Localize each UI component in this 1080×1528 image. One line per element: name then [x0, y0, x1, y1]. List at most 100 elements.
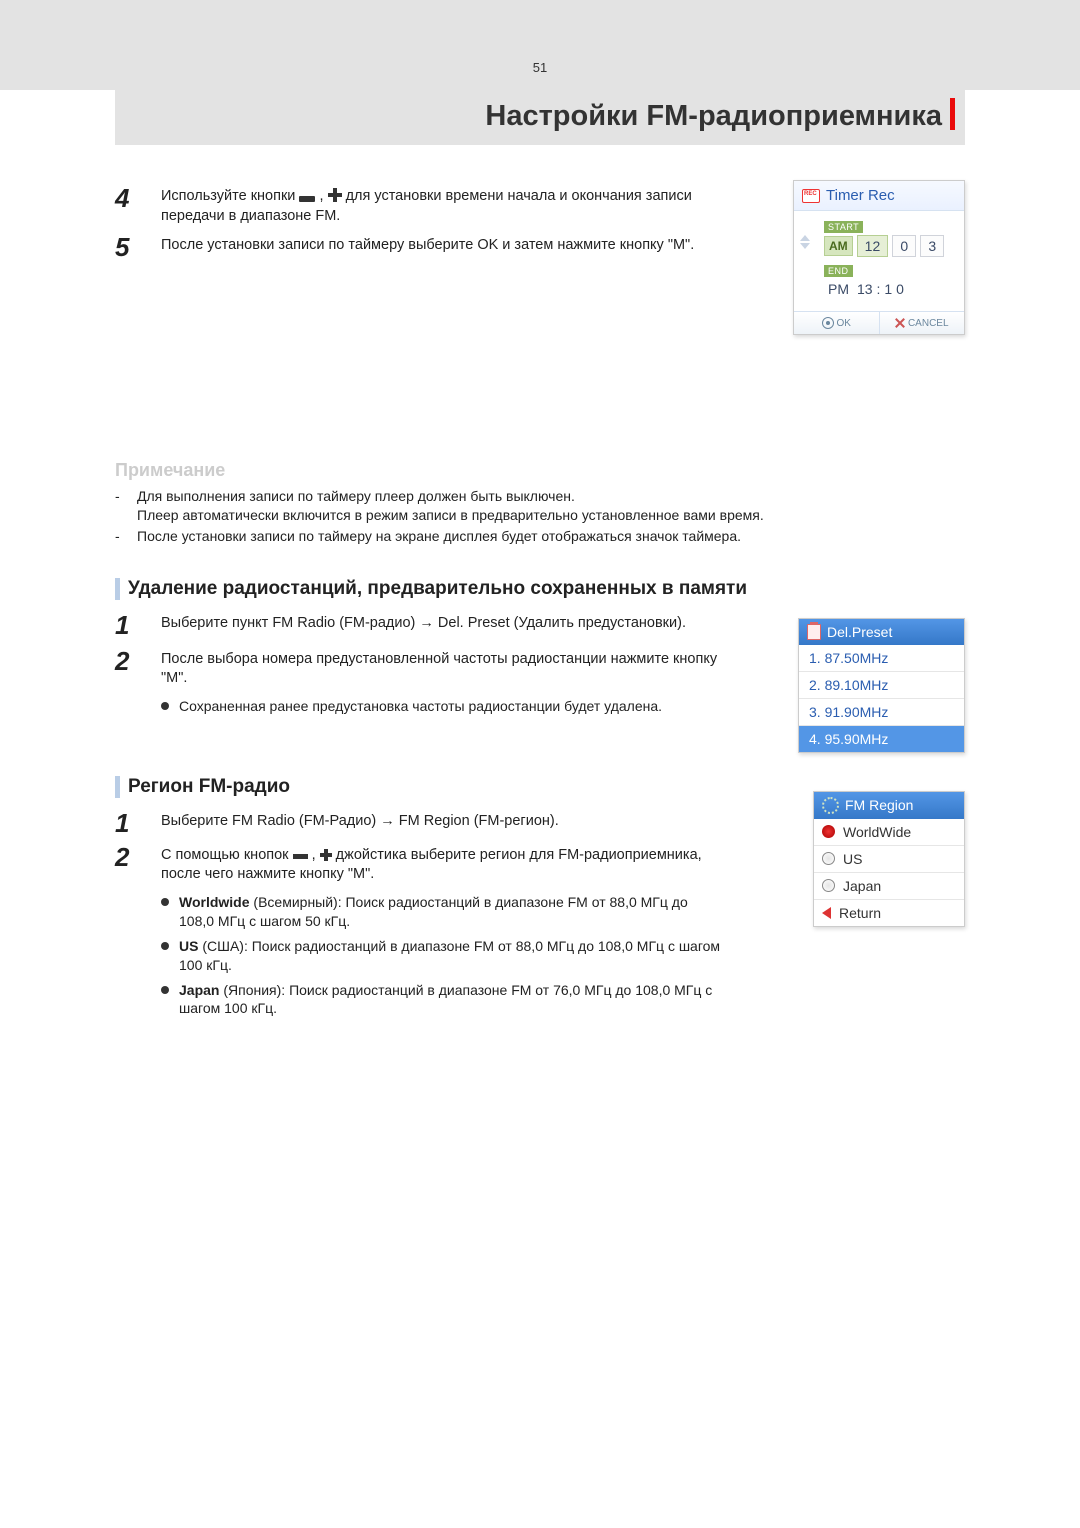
- cancel-label: CANCEL: [908, 318, 949, 329]
- minus-icon: [299, 196, 315, 202]
- trash-icon: [807, 624, 821, 640]
- minus-icon: [293, 854, 308, 859]
- region-label: US: [843, 851, 862, 867]
- cancel-button[interactable]: CANCEL: [880, 312, 965, 334]
- radio-selected-icon: [822, 825, 835, 838]
- fm-region-section: Регион FM-радио 1 Выберите FM Radio (FM-…: [115, 776, 965, 1018]
- bullet-dot-icon: [161, 986, 169, 994]
- del-preset-panel: Del.Preset 1. 87.50MHz 2. 89.10MHz 3. 91…: [798, 618, 965, 753]
- gear-icon: [822, 797, 839, 814]
- step-text: После выбора номера предустановленной ча…: [161, 648, 741, 689]
- back-arrow-icon: [822, 907, 831, 919]
- preset-row[interactable]: 2. 89.10MHz: [799, 672, 964, 699]
- timer-rec-footer: OK CANCEL: [794, 311, 964, 334]
- del-preset-header: Del.Preset: [799, 619, 964, 645]
- step-number: 5: [115, 234, 161, 260]
- step-text: С помощью кнопок , джойстика выберите ре…: [161, 844, 741, 885]
- radio-icon: [822, 852, 835, 865]
- preset-row-selected[interactable]: 4. 95.90MHz: [799, 726, 964, 752]
- us-text: (США): Поиск радиостанций в диапазоне FM…: [179, 938, 720, 973]
- plus-icon: [320, 849, 332, 861]
- region-label: WorldWide: [843, 824, 911, 840]
- bullet-dot-icon: [161, 898, 169, 906]
- region-row-japan[interactable]: Japan: [814, 873, 964, 900]
- note-item: - Для выполнения записи по таймеру плеер…: [115, 487, 965, 525]
- header-band: Настройки FM-радиоприемника: [115, 90, 965, 145]
- updown-icon: [800, 235, 810, 249]
- start-m2: 3: [920, 235, 944, 257]
- end-row: PM 13 : 1 0: [824, 279, 958, 299]
- end-label: END: [824, 265, 853, 277]
- region-row-worldwide[interactable]: WorldWide: [814, 819, 964, 846]
- fm-region-title: FM Region: [845, 797, 913, 813]
- del-bullet: Сохраненная ранее предустановка частоты …: [161, 697, 721, 716]
- note-text: После установки записи по таймеру на экр…: [137, 527, 741, 546]
- top-gray-band: 51: [0, 0, 1080, 90]
- r2a: С помощью кнопок: [161, 847, 293, 863]
- note-item: - После установки записи по таймеру на э…: [115, 527, 965, 546]
- note-text: Для выполнения записи по таймеру плеер д…: [137, 487, 764, 525]
- page-number: 51: [533, 60, 547, 75]
- bullet-text: US (США): Поиск радиостанций в диапазоне…: [179, 937, 721, 975]
- r2b: ,: [312, 847, 320, 863]
- region-bullet-jp: Japan (Япония): Поиск радиостанций в диа…: [161, 981, 721, 1019]
- step-number: 2: [115, 648, 161, 674]
- timer-rec-panel: Timer Rec START AM 12 0 3: [793, 180, 965, 335]
- steps-group-a: 4 Используйте кнопки , для установки вре…: [115, 185, 965, 260]
- start-label: START: [824, 221, 863, 233]
- note-block: Примечание - Для выполнения записи по та…: [115, 460, 965, 546]
- region-row-us[interactable]: US: [814, 846, 964, 873]
- end-hour: 13 :: [857, 281, 880, 297]
- note-list: - Для выполнения записи по таймеру плеер…: [115, 487, 965, 546]
- region-label: Return: [839, 905, 881, 921]
- bullet-text: Japan (Япония): Поиск радиостанций в диа…: [179, 981, 721, 1019]
- region-bullet-us: US (США): Поиск радиостанций в диапазоне…: [161, 937, 721, 975]
- ww-text: (Всемирный): Поиск радиостанций в диапаз…: [179, 894, 688, 929]
- bullet-text: Сохраненная ранее предустановка частоты …: [179, 697, 662, 716]
- step-number: 1: [115, 810, 161, 836]
- ww-label: Worldwide: [179, 894, 250, 910]
- t4a: Используйте кнопки: [161, 188, 299, 204]
- end-m1: 1: [884, 281, 892, 297]
- title-accent-bar: [950, 98, 955, 130]
- page: 51 Настройки FM-радиоприемника 4 Использ…: [0, 0, 1080, 1018]
- t4b: ,: [319, 188, 327, 204]
- ok-button[interactable]: OK: [794, 312, 880, 334]
- note-title: Примечание: [115, 460, 965, 481]
- step-number: 4: [115, 185, 161, 211]
- jp-label: Japan: [179, 982, 219, 998]
- end-slot: END PM 13 : 1 0: [824, 261, 958, 299]
- timer-rec-title: Timer Rec: [826, 187, 895, 204]
- bullet-text: Worldwide (Всемирный): Поиск радиостанци…: [179, 893, 721, 931]
- bullet-dot-icon: [161, 702, 169, 710]
- preset-row[interactable]: 1. 87.50MHz: [799, 645, 964, 672]
- fm-region-panel: FM Region WorldWide US Japan Return: [813, 791, 965, 927]
- start-row: AM 12 0 3: [824, 235, 958, 257]
- step-text: Выберите FM Radio (FM-Радио) → FM Region…: [161, 810, 559, 832]
- delete-preset-section: Удаление радиостанций, предварительно со…: [115, 578, 965, 716]
- radio-icon: [822, 879, 835, 892]
- del-preset-title: Del.Preset: [827, 624, 892, 640]
- timer-rec-header: Timer Rec: [794, 181, 964, 211]
- preset-row[interactable]: 3. 91.90MHz: [799, 699, 964, 726]
- step-number: 1: [115, 612, 161, 638]
- jp-text: (Япония): Поиск радиостанций в диапазоне…: [179, 982, 712, 1017]
- region-bullet-ww: Worldwide (Всемирный): Поиск радиостанци…: [161, 893, 721, 931]
- section-title: Удаление радиостанций, предварительно со…: [115, 578, 965, 600]
- start-ampm: AM: [824, 236, 853, 256]
- ok-icon: [822, 317, 834, 329]
- start-slot: START AM 12 0 3: [824, 217, 958, 257]
- ok-label: OK: [837, 318, 851, 329]
- cancel-icon: [895, 318, 905, 328]
- us-label: US: [179, 938, 198, 954]
- title-text: Настройки FM-радиоприемника: [485, 100, 942, 132]
- step-text: Выберите пункт FM Radio (FM-радио) → Del…: [161, 612, 686, 634]
- region-row-return[interactable]: Return: [814, 900, 964, 926]
- dash-icon: -: [115, 487, 125, 525]
- fm-region-header: FM Region: [814, 792, 964, 819]
- timer-rec-body: START AM 12 0 3 END PM 13 : 1: [794, 211, 964, 311]
- region-label: Japan: [843, 878, 881, 894]
- content: 4 Используйте кнопки , для установки вре…: [115, 145, 965, 1018]
- dash-icon: -: [115, 527, 125, 546]
- start-hour: 12: [857, 235, 889, 257]
